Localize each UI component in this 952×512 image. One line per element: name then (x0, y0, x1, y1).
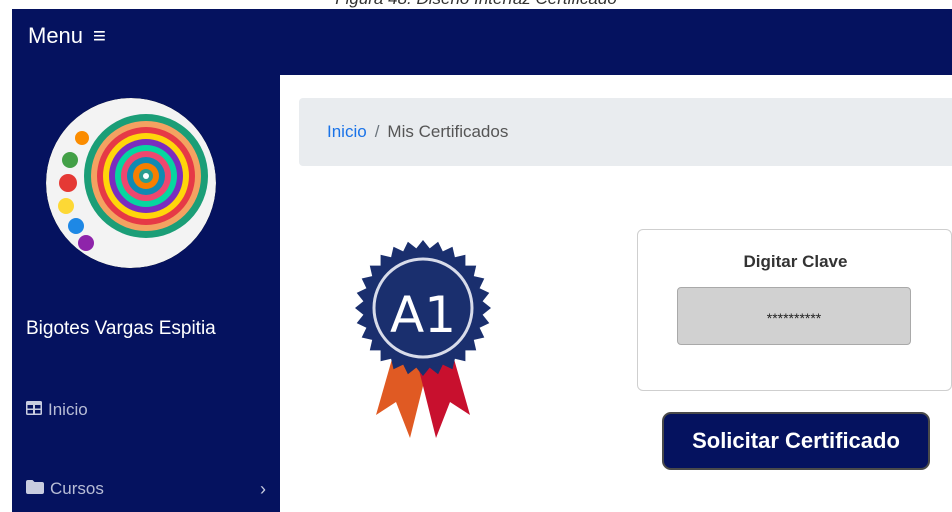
hamburger-icon: ≡ (93, 23, 106, 48)
request-certificate-button[interactable]: Solicitar Certificado (662, 412, 930, 470)
password-field[interactable] (677, 287, 911, 345)
sidebar-item-cursos[interactable]: Cursos › (26, 479, 266, 499)
breadcrumb: Inicio / Mis Certificados (299, 98, 952, 166)
sidebar-item-label: Inicio (48, 400, 88, 419)
user-name: Bigotes Vargas Espitia (26, 318, 216, 339)
top-navbar: Menu ≡ (12, 9, 952, 75)
menu-toggle-button[interactable]: Menu ≡ (28, 23, 106, 49)
badge-label: A1 (389, 286, 456, 344)
sidebar-item-label: Cursos (50, 479, 104, 498)
password-card: Digitar Clave (637, 229, 952, 391)
figure-caption: Figura 48. Diseño Interfaz Certificado (0, 0, 952, 9)
chevron-right-icon: › (260, 478, 266, 499)
folder-icon (26, 479, 44, 499)
sidebar-item-inicio[interactable]: Inicio (26, 400, 266, 420)
certificate-badge-icon: A1 (348, 230, 498, 445)
breadcrumb-current: Mis Certificados (387, 122, 509, 141)
table-icon (26, 400, 42, 420)
sidebar: Bigotes Vargas Espitia Inicio Cursos › (12, 75, 280, 512)
menu-label: Menu (28, 23, 84, 48)
breadcrumb-separator: / (374, 122, 380, 141)
card-title: Digitar Clave (743, 252, 848, 271)
avatar (46, 98, 216, 268)
breadcrumb-home-link[interactable]: Inicio (327, 122, 367, 142)
